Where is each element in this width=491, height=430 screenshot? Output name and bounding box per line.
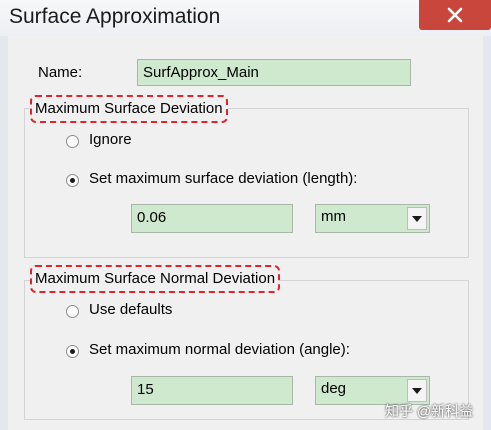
name-label: Name: bbox=[38, 64, 83, 81]
chevron-down-icon bbox=[412, 387, 422, 394]
chevron-down-icon bbox=[412, 215, 422, 222]
watermark: 知乎 @新科益 bbox=[385, 403, 474, 419]
ignore-label[interactable]: Ignore bbox=[89, 131, 132, 148]
surface-deviation-legend: Maximum Surface Deviation bbox=[30, 95, 228, 123]
normal-deviation-legend: Maximum Surface Normal Deviation bbox=[30, 265, 281, 293]
set-normal-deviation-label[interactable]: Set maximum normal deviation (angle): bbox=[89, 341, 350, 358]
set-normal-deviation-radio[interactable] bbox=[66, 345, 79, 358]
normal-deviation-unit-value: deg bbox=[321, 380, 347, 397]
use-defaults-label[interactable]: Use defaults bbox=[89, 301, 172, 318]
window-frame-right bbox=[483, 36, 491, 430]
surface-deviation-unit-value: mm bbox=[321, 208, 346, 225]
name-input[interactable]: SurfApprox_Main bbox=[137, 59, 411, 86]
close-button[interactable] bbox=[419, 0, 491, 30]
set-surface-deviation-radio[interactable] bbox=[66, 174, 79, 187]
set-surface-deviation-label[interactable]: Set maximum surface deviation (length): bbox=[89, 170, 357, 187]
ignore-radio[interactable] bbox=[66, 135, 79, 148]
window-title: Surface Approximation bbox=[9, 5, 221, 28]
surface-deviation-input[interactable]: 0.06 bbox=[131, 204, 293, 233]
dropdown-arrow-button[interactable] bbox=[407, 379, 427, 402]
dropdown-arrow-button[interactable] bbox=[407, 207, 427, 230]
window-frame-left bbox=[0, 36, 8, 430]
surface-deviation-unit-select[interactable]: mm bbox=[315, 204, 430, 233]
close-icon bbox=[447, 7, 463, 23]
use-defaults-radio[interactable] bbox=[66, 305, 79, 318]
title-bar: Surface Approximation bbox=[0, 0, 491, 36]
normal-deviation-input[interactable]: 15 bbox=[131, 376, 293, 405]
